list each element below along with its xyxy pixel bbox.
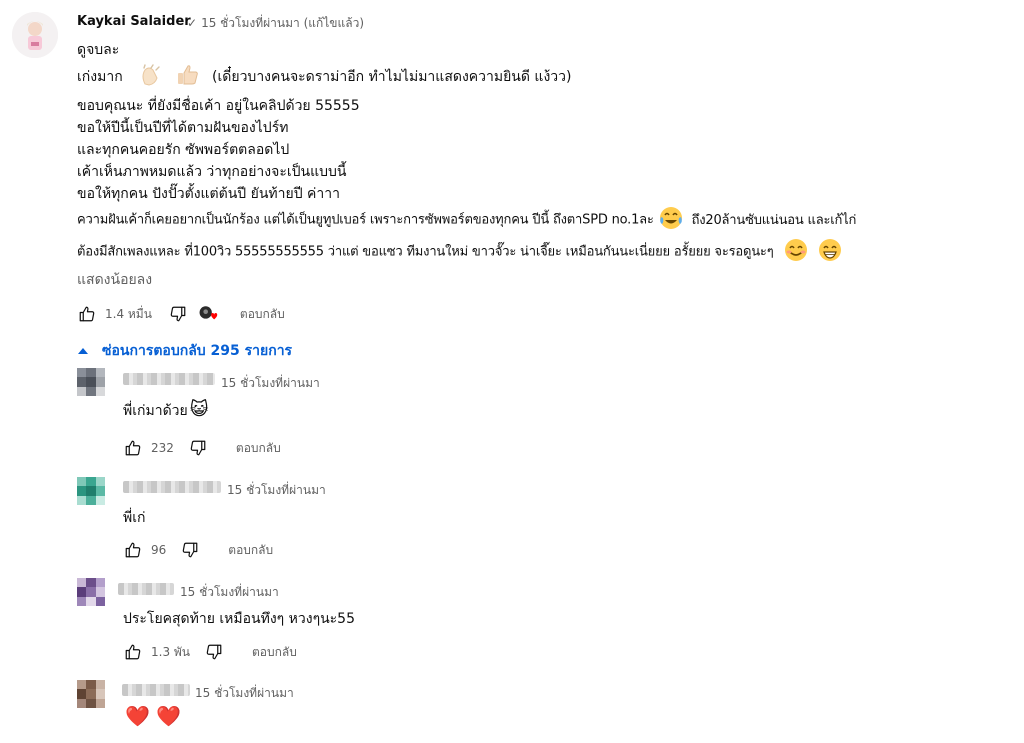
reply-text: พี่เก่ (123, 510, 146, 526)
cat-face-emoji-icon: 😺 (189, 399, 209, 420)
caret-up-icon (78, 348, 88, 354)
reply-actions: 96 ตอบกลับ (123, 540, 273, 560)
clapping-hands-icon (139, 64, 165, 90)
reply-time[interactable]: 15 ชั่วโมงที่ผ่านมา (221, 374, 320, 393)
comment-line-8-end: ถึง20ล้านซับแน่นอน และเก้ไก่ (691, 212, 857, 228)
reply-avatar[interactable] (77, 477, 105, 505)
smiling-face-emoji-icon (783, 238, 809, 266)
hide-replies-label: ซ่อนการตอบกลับ 295 รายการ (102, 343, 293, 359)
thumb-down-icon[interactable] (180, 540, 200, 560)
like-count: 1.4 หมื่น (105, 306, 152, 321)
tears-of-joy-emoji-icon (658, 206, 684, 234)
thumb-down-icon[interactable] (204, 642, 224, 662)
comment-line-8-text: ความฝันเค้าก็เคยอยากเป็นนักร้อง แต่ได้เป… (77, 212, 654, 228)
show-less-button[interactable]: แสดงน้อยลง (77, 269, 152, 291)
reply-author-redacted[interactable] (122, 684, 190, 696)
hide-replies-button[interactable]: ซ่อนการตอบกลับ 295 รายการ (76, 340, 292, 362)
thumb-down-icon[interactable] (188, 438, 208, 458)
reply-button[interactable]: ตอบกลับ (236, 439, 281, 458)
comment-author[interactable]: Kaykai Salaider (77, 14, 191, 29)
thumb-up-icon[interactable] (123, 540, 143, 560)
comment-line-2-aside: (เดี๋ยวบางคนจะดราม่าอีก ทำไมไม่มาแสดงควา… (212, 69, 572, 85)
reply-button[interactable]: ตอบกลับ (228, 541, 273, 560)
reply-button[interactable]: ตอบกลับ (240, 305, 285, 324)
comment-avatar[interactable] (12, 12, 58, 58)
reply-actions: 232 ตอบกลับ (123, 438, 281, 458)
reply-author-redacted[interactable] (118, 583, 174, 595)
comment-line-1: ดูจบละ (77, 42, 120, 58)
comment-timestamp[interactable]: ✓ 15 ชั่วโมงที่ผ่านมา (แก้ไขแล้ว) (187, 14, 364, 33)
check-icon: ✓ (187, 16, 198, 30)
comment-line-4: ขอให้ปีนี้เป็นปีที่ได้ตามฝันของไปร์ท (77, 120, 289, 136)
comment-line-2-text: เก่งมาก (77, 69, 123, 85)
comment-line-7: ขอให้ทุกคน ปังปั๊วตั้งแต่ต้นปี ยันท้ายปี… (77, 186, 340, 202)
like-count: 1.3 พัน (151, 644, 191, 659)
heart-emoji-icons: ❤️ ❤️ (125, 704, 182, 728)
reply-avatar[interactable] (77, 368, 105, 396)
reply-avatar[interactable] (77, 680, 105, 708)
grinning-face-emoji-icon (817, 238, 843, 266)
thumb-up-icon[interactable] (77, 304, 97, 324)
like-count: 232 (151, 441, 174, 455)
reply-avatar[interactable] (77, 578, 105, 606)
like-count: 96 (151, 543, 167, 557)
reply-time[interactable]: 15 ชั่วโมงที่ผ่านมา (227, 481, 326, 500)
reply-time[interactable]: 15 ชั่วโมงที่ผ่านมา (180, 583, 279, 602)
creator-heart-icon[interactable] (198, 304, 218, 324)
thumbs-up-emoji-icon (176, 64, 200, 90)
reply-text-body: พี่เก่มาด้วย (123, 403, 188, 419)
reply-time[interactable]: 15 ชั่วโมงที่ผ่านมา (195, 684, 294, 703)
comment-line-6: เค้าเห็นภาพหมดแล้ว ว่าทุกอย่างจะเป็นแบบน… (77, 164, 347, 180)
comment-line-5: และทุกคนคอยรัก ซัพพอร์ตตลอดไป (77, 142, 290, 158)
reply-actions: 1.3 พัน ตอบกลับ (123, 642, 297, 662)
reply-text: พี่เก่มาด้วย 😺 (123, 399, 209, 422)
comment-line-9: ต้องมีสักเพลงแหละ ที่100วิว 55555555555 … (77, 238, 843, 266)
thumb-up-icon[interactable] (123, 642, 143, 662)
thumb-up-icon[interactable] (123, 438, 143, 458)
reply-text: ประโยคสุดท้าย เหมือนทึงๆ หวงๆนะ55 (123, 611, 355, 627)
comment-line-9-text: ต้องมีสักเพลงแหละ ที่100วิว 55555555555 … (77, 244, 774, 260)
thumb-down-icon[interactable] (168, 304, 188, 324)
comment-line-2: เก่งมาก (เดี๋ยวบางคนจะดราม่าอีก ทำไมไม่ม… (77, 64, 571, 90)
comment-actions: 1.4 หมื่น ตอบกลับ (77, 304, 285, 324)
comment-line-3: ขอบคุณนะ ที่ยังมีชื่อเค้า อยู่ในคลิปด้วย… (77, 98, 360, 114)
reply-button[interactable]: ตอบกลับ (252, 643, 297, 662)
comment-line-8: ความฝันเค้าก็เคยอยากเป็นนักร้อง แต่ได้เป… (77, 206, 856, 234)
comment-time: 15 ชั่วโมงที่ผ่านมา (แก้ไขแล้ว) (201, 16, 365, 30)
reply-author-redacted[interactable] (123, 481, 221, 493)
reply-author-redacted[interactable] (123, 373, 215, 385)
